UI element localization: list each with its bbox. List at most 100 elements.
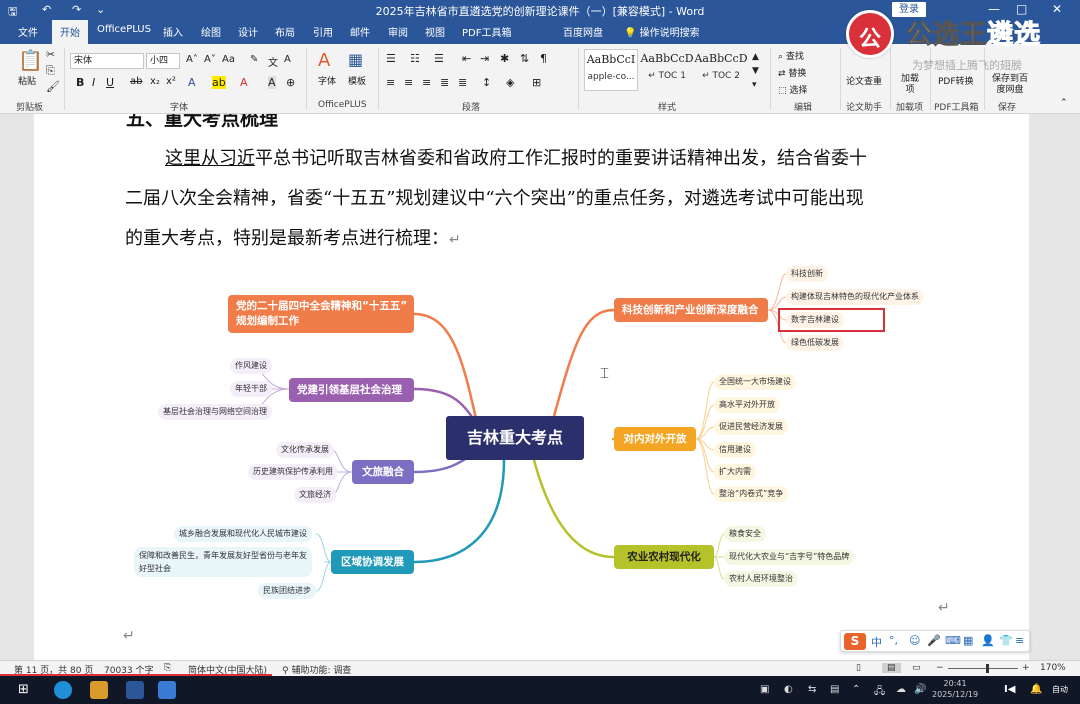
tab-layout[interactable]: 布局 [275, 24, 295, 39]
tray-icon[interactable]: ◐ [784, 684, 793, 695]
format-painter-icon[interactable]: 🖌 [46, 80, 60, 93]
align-left-icon[interactable]: ≡ [386, 76, 395, 89]
change-case-icon[interactable]: Aa [222, 54, 235, 65]
numbering-icon[interactable]: ☷ [410, 52, 420, 65]
addins-button[interactable]: 加载项 [898, 74, 922, 96]
microphone-icon[interactable]: 🎤 [927, 634, 941, 647]
officeplus-template-button[interactable]: 模板 [348, 74, 366, 87]
style-item[interactable]: AaBbCcD ↵ TOC 2 [694, 49, 748, 91]
tab-officeplus[interactable]: OfficePLUS [97, 24, 151, 35]
input-mode-indicator[interactable]: 自动 [1052, 684, 1068, 695]
font-name-combo[interactable]: 宋体 [70, 53, 144, 69]
tab-view[interactable]: 视图 [425, 24, 445, 39]
keyboard-icon[interactable]: ⌨ [945, 634, 961, 647]
proofing-icon[interactable]: ⎘ [164, 663, 171, 673]
subscript-button[interactable]: x₂ [150, 76, 160, 87]
notification-icon[interactable]: 🔔 [1030, 684, 1042, 695]
line-spacing-icon[interactable]: ↕ [482, 76, 491, 89]
tell-me-search[interactable]: 💡 操作说明搜索 [624, 24, 700, 39]
tab-mailings[interactable]: 邮件 [350, 24, 370, 39]
styles-more-icon[interactable]: ▾ [752, 80, 757, 90]
ime-toolbar[interactable]: S 中 °, ☺ 🎤 ⌨ ▦ 👤 👕 ≡ [840, 630, 1030, 652]
cut-icon[interactable]: ✂ [46, 48, 55, 61]
document-page[interactable]: 五、重大考点梳理 这里从习近平总书记听取吉林省委和省政府工作汇报时的重要讲话精神… [34, 114, 1029, 660]
template-icon[interactable]: ▦ [348, 50, 363, 69]
word-taskbar-icon[interactable] [126, 681, 144, 699]
highlight-color-icon[interactable]: ab [212, 76, 226, 89]
tray-icon[interactable]: ☁ [896, 684, 906, 695]
phonetic-guide-icon[interactable]: 文 [268, 54, 278, 69]
volume-icon[interactable]: 🔊 [914, 684, 926, 695]
style-item[interactable]: AaBbCcI apple-co... [584, 49, 638, 91]
officeplus-font-icon[interactable]: A [318, 50, 330, 71]
user-icon[interactable]: 👤 [981, 634, 995, 647]
skin-icon[interactable]: 👕 [999, 634, 1013, 647]
tab-insert[interactable]: 插入 [163, 24, 183, 39]
enclose-char-icon[interactable]: ⊕ [286, 76, 295, 89]
windows-start-icon[interactable]: ⊞ [18, 682, 29, 697]
select-button[interactable]: ⬚ 选择 [778, 83, 807, 96]
file-explorer-icon[interactable] [90, 681, 108, 699]
strikethrough-button[interactable]: ab [130, 76, 142, 87]
collapse-ribbon-icon[interactable]: ⌃ [1060, 98, 1068, 108]
close-button[interactable]: ✕ [1052, 2, 1062, 16]
pdf-convert-button[interactable]: PDF转换 [938, 74, 974, 87]
shading-icon[interactable]: ◈ [506, 76, 514, 89]
decrease-indent-icon[interactable]: ⇤ [462, 52, 471, 65]
tray-icon[interactable]: ⇆ [808, 684, 816, 695]
increase-indent-icon[interactable]: ⇥ [480, 52, 489, 65]
tray-icon[interactable]: I◀ [1004, 684, 1015, 695]
font-color-icon[interactable]: A [240, 76, 248, 89]
align-right-icon[interactable]: ≡ [422, 76, 431, 89]
paste-button[interactable]: 粘贴 [18, 74, 36, 87]
styles-scroll-down-icon[interactable]: ▼ [752, 66, 759, 76]
officeplus-font-button[interactable]: 字体 [318, 74, 336, 87]
menu-icon[interactable]: ≡ [1015, 634, 1024, 647]
text-effects-icon[interactable]: A [188, 76, 196, 89]
tray-icon[interactable]: ▣ [760, 684, 769, 695]
chinese-layout-icon[interactable]: ✱ [500, 52, 509, 65]
tab-review[interactable]: 审阅 [388, 24, 408, 39]
read-mode-icon[interactable]: ▯ [856, 663, 861, 673]
styles-scroll-up-icon[interactable]: ▲ [752, 52, 759, 62]
zoom-in-button[interactable]: + [1022, 663, 1030, 673]
web-layout-icon[interactable]: ▭ [912, 663, 921, 673]
paper-check-button[interactable]: 论文查重 [846, 74, 882, 87]
bullets-icon[interactable]: ☰ [386, 52, 396, 65]
toolbox-icon[interactable]: ▦ [963, 634, 973, 647]
find-button[interactable]: ⌕ 查找 [778, 49, 804, 62]
tab-design[interactable]: 设计 [238, 24, 258, 39]
justify-icon[interactable]: ≣ [440, 76, 449, 89]
enclose-chars-icon[interactable]: A [284, 54, 291, 65]
distributed-icon[interactable]: ≣ [458, 76, 467, 89]
show-marks-icon[interactable]: ¶ [540, 52, 547, 65]
app-taskbar-icon[interactable] [158, 681, 176, 699]
replace-button[interactable]: ⇄ 替换 [778, 66, 806, 79]
punctuation-icon[interactable]: °, [889, 634, 898, 647]
multilevel-list-icon[interactable]: ☰ [434, 52, 444, 65]
print-layout-icon[interactable]: ▤ [882, 663, 901, 673]
emoji-icon[interactable]: ☺ [909, 634, 920, 647]
tab-pdf-tools[interactable]: PDF工具箱 [462, 24, 511, 39]
font-size-combo[interactable]: 小四 [146, 53, 180, 69]
taskbar-clock[interactable]: 20:41 2025/12/19 [932, 678, 978, 700]
tab-references[interactable]: 引用 [313, 24, 333, 39]
grow-font-icon[interactable]: A˄ [186, 54, 198, 65]
network-icon[interactable]: 🖧 [874, 684, 885, 701]
shrink-font-icon[interactable]: A˅ [204, 54, 216, 65]
tab-home[interactable]: 开始 [52, 20, 88, 44]
superscript-button[interactable]: x² [166, 76, 176, 87]
tray-icon[interactable]: ⌃ [852, 684, 860, 695]
ime-mode-toggle[interactable]: 中 [871, 634, 882, 650]
char-shading-icon[interactable]: A [268, 76, 276, 89]
align-center-icon[interactable]: ≡ [404, 76, 413, 89]
edge-icon[interactable] [54, 681, 72, 699]
accessibility-status[interactable]: ⚲ 辅助功能: 调查 [282, 663, 351, 676]
underline-button[interactable]: U [106, 76, 114, 89]
tab-baidu-netdisk[interactable]: 百度网盘 [563, 24, 603, 39]
zoom-slider-thumb[interactable] [986, 664, 989, 673]
style-item[interactable]: AaBbCcD ↵ TOC 1 [640, 49, 694, 91]
save-netdisk-button[interactable]: 保存到百度网盘 [990, 74, 1030, 96]
sogou-logo-icon[interactable]: S [844, 633, 866, 650]
zoom-level[interactable]: 170% [1040, 663, 1066, 673]
